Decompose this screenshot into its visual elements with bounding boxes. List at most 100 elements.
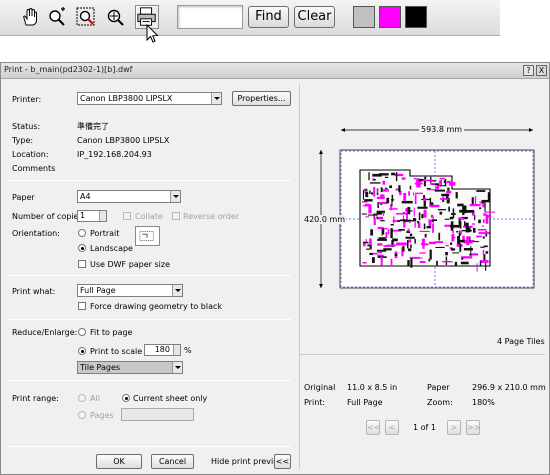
collapse-preview-button[interactable]: << <box>274 454 291 469</box>
portrait-label: Portrait <box>90 229 120 238</box>
cancel-button[interactable]: Cancel <box>151 454 194 469</box>
color-swatch-black[interactable] <box>405 6 427 28</box>
separator <box>8 180 291 181</box>
tile-pages-select[interactable]: Tile Pages <box>77 361 183 374</box>
force-black-checkbox[interactable] <box>78 302 86 310</box>
spin-buttons[interactable] <box>173 345 180 355</box>
orientation-preview-icon <box>135 226 160 246</box>
percent-label: % <box>184 346 192 355</box>
ok-button[interactable]: OK <box>96 454 142 469</box>
close-button[interactable]: X <box>536 65 547 76</box>
zoom-window-icon[interactable] <box>76 7 96 27</box>
copies-label: Number of copies: <box>12 212 86 221</box>
current-sheet-label: Current sheet only <box>133 394 208 403</box>
print-what-label: Print what: <box>12 287 56 296</box>
next-page-button[interactable]: > <box>447 420 461 435</box>
page-info: 1 of 1 <box>413 423 436 432</box>
chevron-down-icon <box>170 191 180 202</box>
zoom-label: Zoom: <box>427 398 453 407</box>
paper-size-value: 296.9 x 210.0 mm <box>472 383 546 392</box>
tile-pages-value: Tile Pages <box>80 363 121 372</box>
chevron-down-icon <box>172 285 182 296</box>
chevron-down-icon <box>211 93 221 104</box>
separator <box>8 319 291 320</box>
paper-size-label: Paper <box>427 383 450 392</box>
pages-input[interactable] <box>121 408 194 421</box>
portrait-radio[interactable] <box>78 229 86 237</box>
spin-buttons[interactable] <box>99 211 106 221</box>
zoom-in-icon[interactable] <box>47 7 67 27</box>
color-swatch-magenta[interactable] <box>379 6 401 28</box>
status-value: 準備完了 <box>77 122 109 131</box>
orientation-label: Orientation: <box>12 229 60 238</box>
properties-button[interactable]: Properties... <box>232 91 291 106</box>
force-black-label: Force drawing geometry to black <box>90 302 223 311</box>
color-swatch-gray[interactable] <box>353 6 375 28</box>
status-label: Status: <box>12 122 41 131</box>
separator <box>8 380 291 381</box>
paper-select[interactable]: A4 <box>77 190 181 203</box>
original-label: Original <box>304 383 336 392</box>
find-input[interactable] <box>177 5 243 29</box>
print-dialog: Print - b_main(pd2302-1)[b].dwf ? X Prin… <box>0 62 550 475</box>
location-value: IP_192.168.204.93 <box>77 150 152 159</box>
copies-value: 1 <box>80 211 86 220</box>
dialog-titlebar: Print - b_main(pd2302-1)[b].dwf ? X <box>1 63 549 79</box>
prev-page-button[interactable]: < <box>385 420 399 435</box>
location-label: Location: <box>12 150 49 159</box>
copies-stepper[interactable]: 1 <box>77 210 107 222</box>
reverse-order-checkbox[interactable] <box>172 212 180 220</box>
reduce-enlarge-label: Reduce/Enlarge: <box>12 328 78 337</box>
scale-stepper[interactable]: 180 <box>144 344 181 356</box>
print-value: Full Page <box>347 398 383 407</box>
pages-label: Pages <box>90 411 114 420</box>
all-pages-radio[interactable] <box>78 394 86 402</box>
collate-checkbox[interactable] <box>123 212 131 220</box>
height-dimension: 420.0 mm <box>303 215 347 224</box>
fit-to-page-label: Fit to page <box>90 328 133 337</box>
dialog-title: Print - b_main(pd2302-1)[b].dwf <box>4 65 133 74</box>
clear-button[interactable]: Clear <box>294 6 335 28</box>
page-tiles-label: 4 Page Tiles <box>497 337 545 346</box>
separator <box>8 446 291 447</box>
type-value: Canon LBP3800 LIPSLX <box>77 136 170 145</box>
zoom-value: 180% <box>472 398 495 407</box>
separator <box>8 275 291 276</box>
width-dimension: 593.8 mm <box>419 125 465 134</box>
find-button[interactable]: Find <box>248 6 289 28</box>
pages-radio[interactable] <box>78 411 86 419</box>
pan-hand-icon[interactable] <box>20 7 40 27</box>
paper-label: Paper <box>12 193 35 202</box>
preview-canvas <box>319 128 535 289</box>
original-value: 11.0 x 8.5 in <box>347 383 398 392</box>
print-what-value: Full Page <box>80 286 116 295</box>
printer-select-value: Canon LBP3800 LIPSLX <box>80 94 173 103</box>
fit-to-page-radio[interactable] <box>78 328 86 336</box>
chevron-down-icon <box>172 362 182 373</box>
last-page-button[interactable]: >> <box>466 420 480 435</box>
first-page-button[interactable]: << <box>366 420 380 435</box>
print-what-select[interactable]: Full Page <box>77 284 183 297</box>
landscape-label: Landscape <box>90 244 133 253</box>
print-label: Print: <box>304 398 326 407</box>
current-sheet-radio[interactable] <box>122 394 130 402</box>
print-to-scale-label: Print to scale <box>90 347 143 356</box>
paper-select-value: A4 <box>80 192 91 201</box>
type-label: Type: <box>12 136 34 145</box>
printer-select[interactable]: Canon LBP3800 LIPSLX <box>77 92 222 105</box>
help-button[interactable]: ? <box>523 65 534 76</box>
use-dwf-paper-checkbox[interactable] <box>78 260 86 268</box>
landscape-radio[interactable] <box>78 244 86 252</box>
collate-label: Collate <box>135 212 163 221</box>
mouse-cursor-icon <box>146 24 159 43</box>
printer-label: Printer: <box>12 95 42 104</box>
print-preview-panel: 593.8 mm 420.0 mm 4 Page Tiles Original … <box>299 84 546 469</box>
viewer-toolbar: Find Clear <box>0 0 500 43</box>
zoom-fit-icon[interactable] <box>105 7 125 27</box>
use-dwf-paper-label: Use DWF paper size <box>90 260 171 269</box>
all-pages-label: All <box>90 394 100 403</box>
comments-label: Comments <box>12 164 56 173</box>
reverse-order-label: Reverse order <box>183 212 240 221</box>
print-to-scale-radio[interactable] <box>78 347 86 355</box>
scale-value: 180 <box>154 345 170 354</box>
